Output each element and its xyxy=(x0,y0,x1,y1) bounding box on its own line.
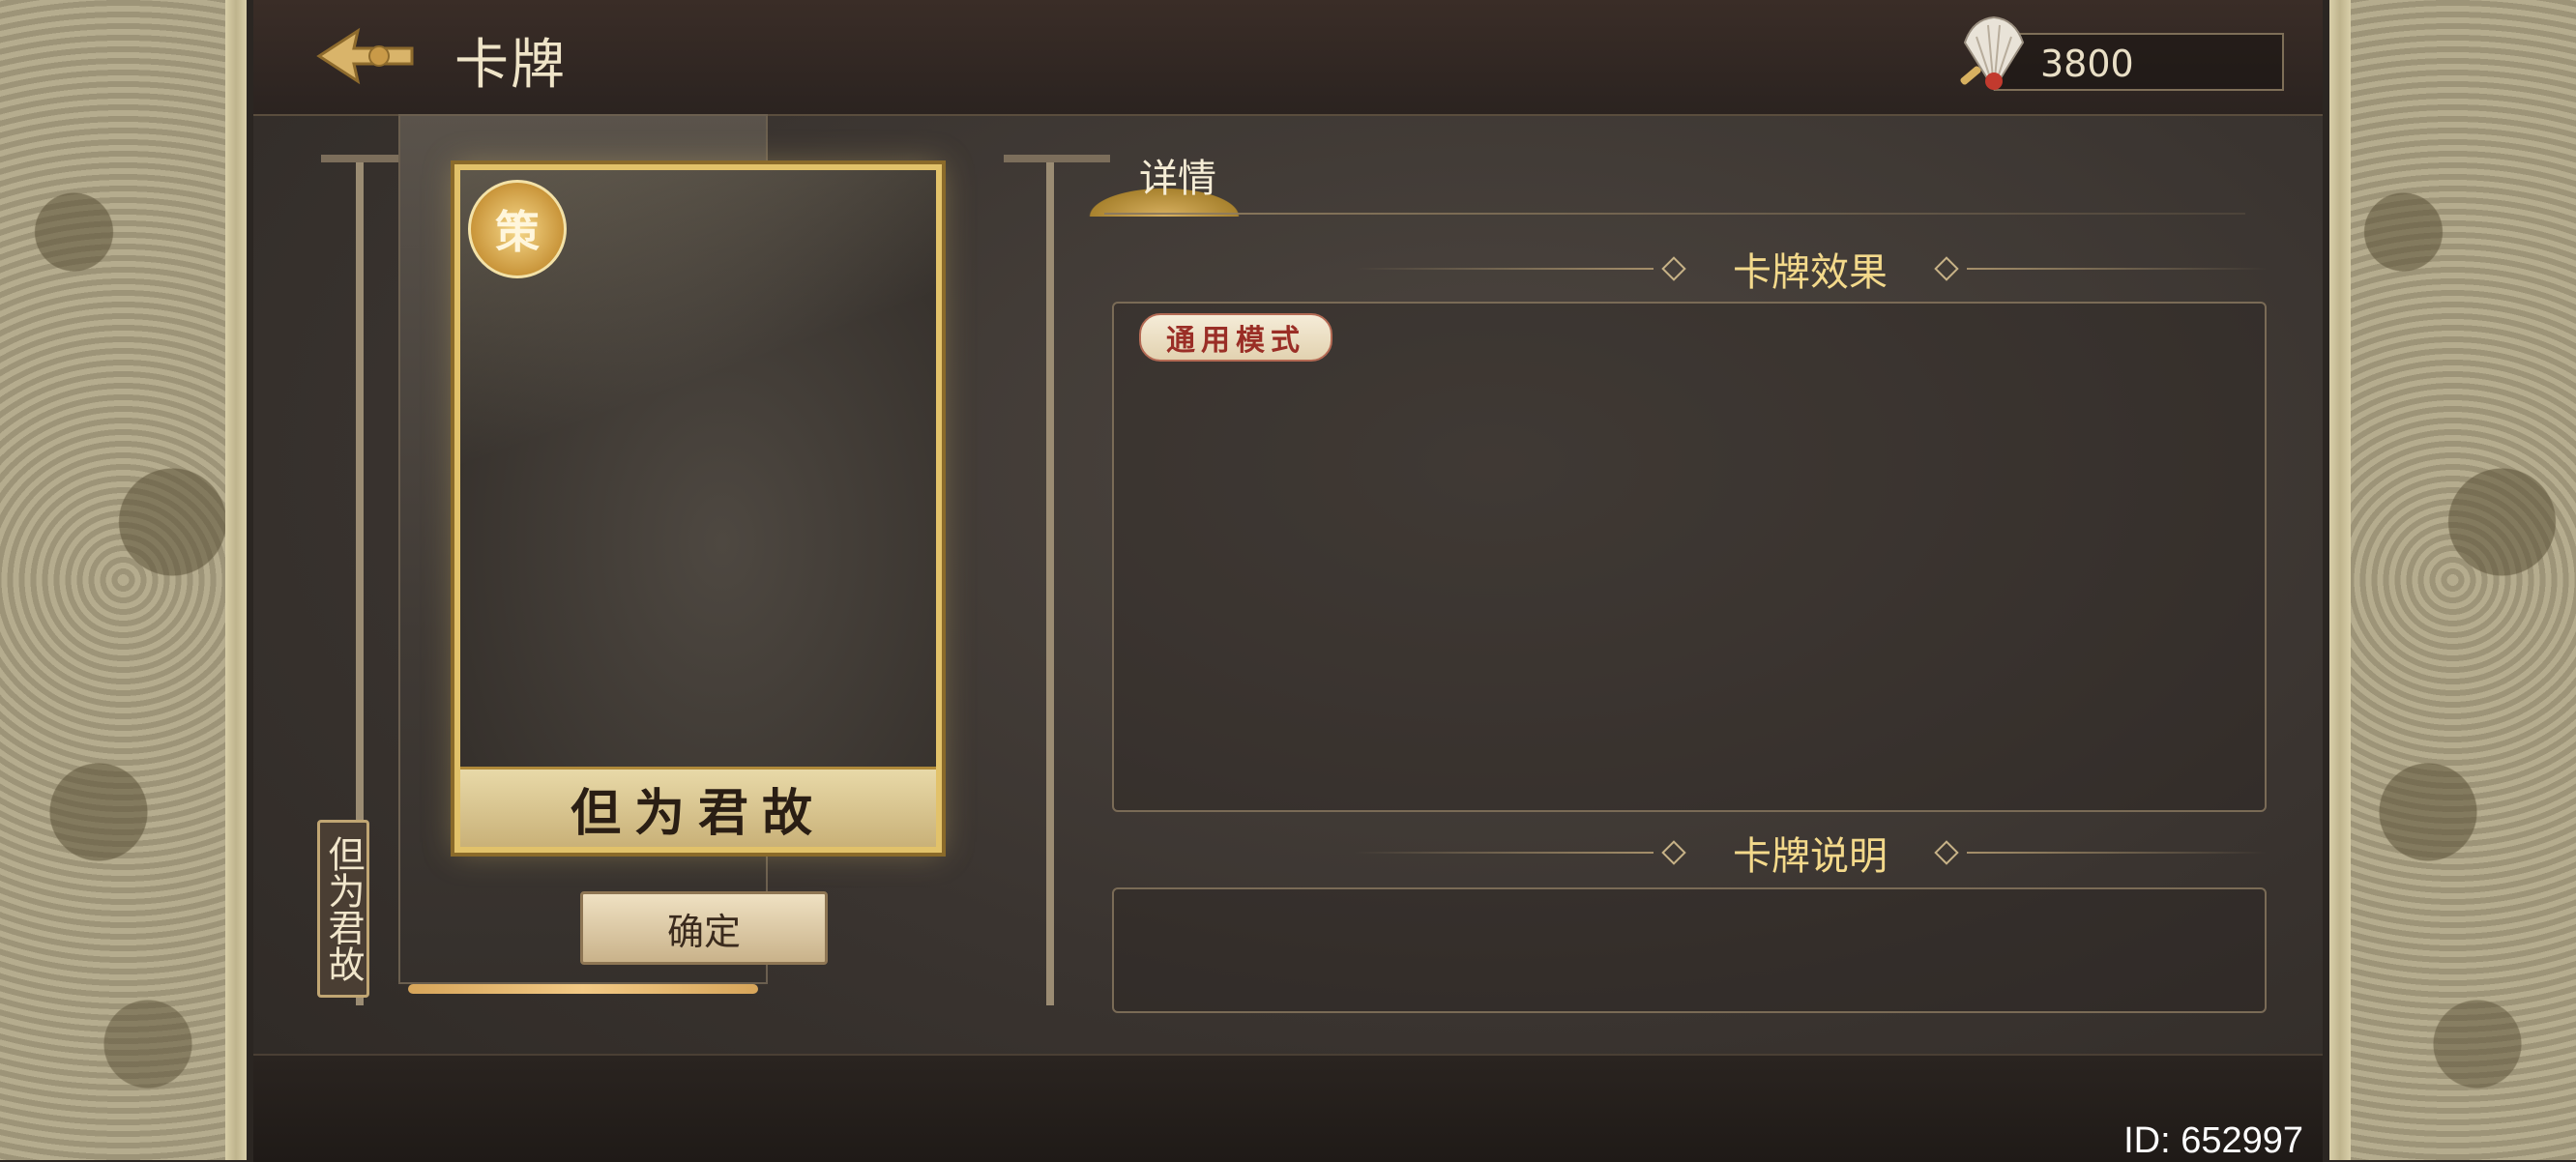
card-name-plate: 但为君故 xyxy=(460,767,936,847)
tab-underline xyxy=(1104,213,2245,215)
diamond-ornament-icon xyxy=(1934,840,1959,865)
back-arrow-icon[interactable] xyxy=(311,17,418,95)
frame-post-right xyxy=(1046,155,1054,1005)
card-underline-bar xyxy=(408,984,758,994)
diamond-ornament-icon xyxy=(1934,256,1959,281)
page-title: 卡牌 xyxy=(454,34,567,97)
effect-section-header: 卡牌效果 xyxy=(1220,240,2400,298)
currency-value: 3800 xyxy=(2040,43,2134,85)
user-id: ID: 652997 xyxy=(2123,1120,2303,1161)
card-type-badge: 策 xyxy=(468,180,567,278)
top-bar: 卡牌 3800 xyxy=(253,0,2323,116)
tab-detail[interactable]: 详情 xyxy=(1077,143,1269,217)
mode-tag: 通用模式 xyxy=(1139,313,1332,362)
right-border-edge xyxy=(2329,0,2351,1160)
diamond-ornament-icon xyxy=(1661,840,1686,865)
currency-display: 3800 xyxy=(1960,15,2284,91)
effect-section-title: 卡牌效果 xyxy=(1733,250,1888,295)
description-section-header: 卡牌说明 xyxy=(1220,824,2400,882)
confirm-button[interactable]: 确定 xyxy=(580,891,828,965)
feather-fan-icon xyxy=(1955,14,2033,97)
divider-line xyxy=(1354,268,1654,270)
main-panel: 卡牌 3800 策 但为君故 但为君故 确定 详情 卡牌效果 通用模式 卡牌说明… xyxy=(253,0,2323,1162)
left-border-edge xyxy=(225,0,247,1160)
card-description-box xyxy=(1112,887,2267,1013)
right-decorative-border xyxy=(2329,0,2576,1160)
divider-line xyxy=(1354,852,1654,854)
bottom-bar: ID: 652997 xyxy=(253,1054,2323,1162)
divider-line xyxy=(1967,852,2267,854)
card-vertical-label[interactable]: 但为君故 xyxy=(317,820,369,998)
left-decorative-border xyxy=(0,0,247,1160)
card-effect-box: 通用模式 xyxy=(1112,302,2267,812)
card-name: 但为君故 xyxy=(570,783,826,843)
description-section-title: 卡牌说明 xyxy=(1733,834,1888,879)
tab-label: 详情 xyxy=(1139,157,1216,201)
frame-bar-right xyxy=(1004,155,1110,162)
diamond-ornament-icon xyxy=(1661,256,1686,281)
card-preview: 策 但为君故 xyxy=(454,164,942,853)
divider-line xyxy=(1967,268,2267,270)
